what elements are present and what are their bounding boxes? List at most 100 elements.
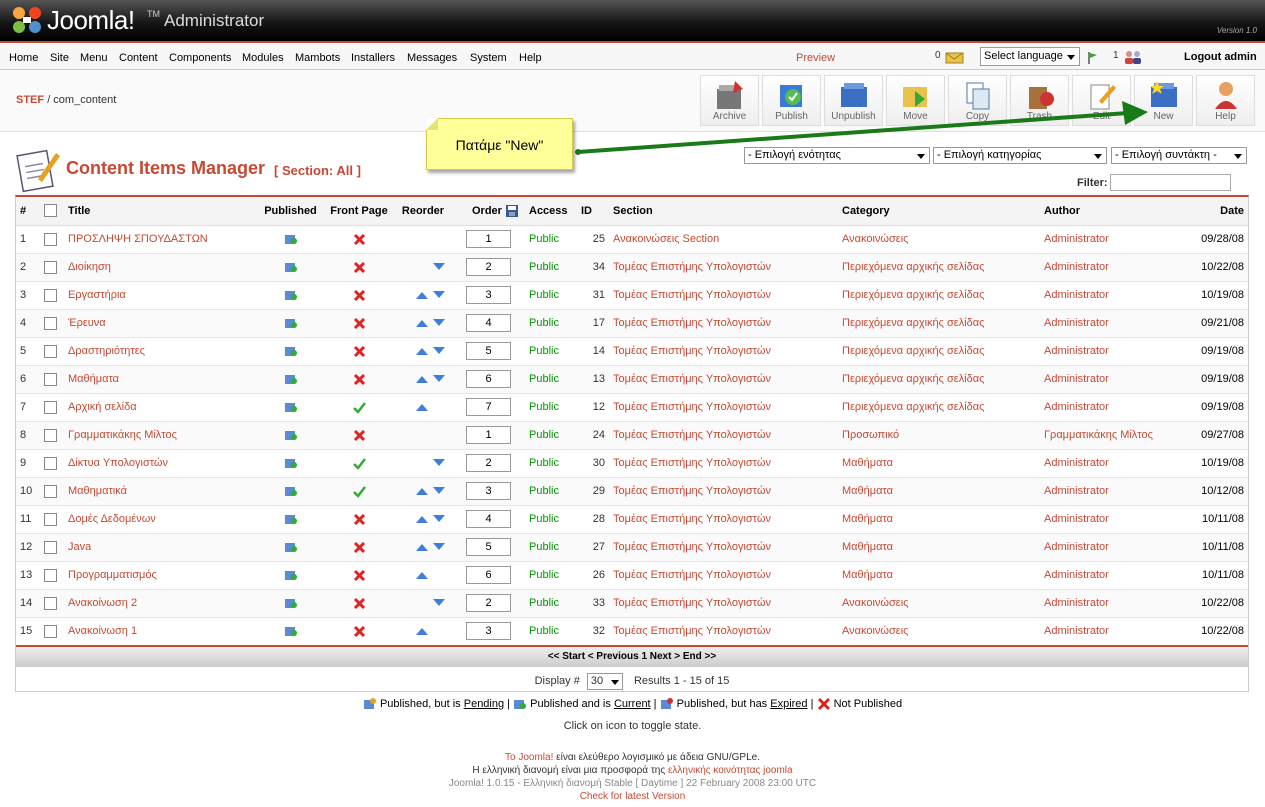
move-down-icon[interactable] bbox=[432, 318, 446, 328]
not-on-front-page-icon[interactable] bbox=[353, 625, 366, 638]
row-checkbox[interactable] bbox=[44, 344, 57, 358]
row-order-input[interactable]: 2 bbox=[466, 258, 511, 276]
row-section-link[interactable]: Τομέας Επιστήμης Υπολογιστών bbox=[609, 589, 838, 618]
breadcrumb-site[interactable]: STEF bbox=[16, 94, 44, 106]
menu-modules[interactable]: Modules bbox=[242, 52, 284, 64]
on-front-page-icon[interactable] bbox=[352, 457, 366, 470]
row-checkbox[interactable] bbox=[44, 288, 57, 302]
row-front-page[interactable] bbox=[324, 393, 394, 422]
archive-button[interactable]: Archive bbox=[700, 75, 759, 126]
inbox-icon[interactable] bbox=[945, 50, 965, 64]
row-author-link[interactable]: Administrator bbox=[1040, 561, 1190, 590]
trash-button[interactable]: Trash bbox=[1010, 75, 1069, 126]
author-filter-select[interactable]: - Επιλογή συντάκτη - bbox=[1111, 147, 1247, 164]
row-section-link[interactable]: Τομέας Επιστήμης Υπολογιστών bbox=[609, 309, 838, 338]
row-category-link[interactable]: Μαθήματα bbox=[838, 505, 1040, 534]
move-down-icon[interactable] bbox=[432, 262, 446, 272]
row-checkbox-cell[interactable] bbox=[40, 253, 64, 282]
row-checkbox-cell[interactable] bbox=[40, 421, 64, 450]
row-checkbox-cell[interactable] bbox=[40, 365, 64, 394]
row-access[interactable]: Public bbox=[525, 561, 577, 590]
row-checkbox[interactable] bbox=[44, 624, 57, 638]
row-checkbox-cell[interactable] bbox=[40, 617, 64, 646]
row-order-input[interactable]: 7 bbox=[466, 398, 511, 416]
move-up-icon[interactable] bbox=[415, 542, 429, 552]
row-checkbox-cell[interactable] bbox=[40, 225, 64, 254]
row-access[interactable]: Public bbox=[525, 365, 577, 394]
row-published[interactable] bbox=[257, 533, 324, 562]
row-order-input[interactable]: 1 bbox=[466, 426, 511, 444]
move-up-icon[interactable] bbox=[415, 514, 429, 524]
row-checkbox-cell[interactable] bbox=[40, 589, 64, 618]
row-checkbox[interactable] bbox=[44, 540, 57, 554]
not-on-front-page-icon[interactable] bbox=[353, 597, 366, 610]
row-published[interactable] bbox=[257, 365, 324, 394]
row-published[interactable] bbox=[257, 337, 324, 366]
edit-button[interactable]: Edit bbox=[1072, 75, 1131, 126]
row-title-link[interactable]: Ανακοίνωση 2 bbox=[64, 589, 257, 618]
not-on-front-page-icon[interactable] bbox=[353, 513, 366, 526]
row-title-link[interactable]: Java bbox=[64, 533, 257, 562]
published-icon[interactable] bbox=[284, 624, 298, 638]
row-author-link[interactable]: Administrator bbox=[1040, 309, 1190, 338]
row-order-input[interactable]: 4 bbox=[466, 314, 511, 332]
move-up-icon[interactable] bbox=[415, 374, 429, 384]
row-title-link[interactable]: Ανακοίνωση 1 bbox=[64, 617, 257, 646]
move-down-icon[interactable] bbox=[432, 346, 446, 356]
row-access[interactable]: Public bbox=[525, 393, 577, 422]
published-icon[interactable] bbox=[284, 316, 298, 330]
preview-link[interactable]: Preview bbox=[796, 52, 835, 64]
menu-mambots[interactable]: Mambots bbox=[295, 52, 340, 64]
not-on-front-page-icon[interactable] bbox=[353, 373, 366, 386]
row-section-link[interactable]: Τομέας Επιστήμης Υπολογιστών bbox=[609, 477, 838, 506]
row-section-link[interactable]: Τομέας Επιστήμης Υπολογιστών bbox=[609, 421, 838, 450]
display-count-select[interactable]: 30 bbox=[586, 672, 623, 690]
col-select-all[interactable] bbox=[40, 197, 64, 226]
row-access[interactable]: Public bbox=[525, 589, 577, 618]
published-icon[interactable] bbox=[284, 568, 298, 582]
published-icon[interactable] bbox=[284, 288, 298, 302]
row-front-page[interactable] bbox=[324, 477, 394, 506]
published-icon[interactable] bbox=[284, 372, 298, 386]
new-button[interactable]: New bbox=[1134, 75, 1193, 126]
move-down-icon[interactable] bbox=[432, 514, 446, 524]
row-category-link[interactable]: Περιεχόμενα αρχικής σελίδας bbox=[838, 281, 1040, 310]
move-up-icon[interactable] bbox=[415, 318, 429, 328]
move-down-icon[interactable] bbox=[432, 290, 446, 300]
row-author-link[interactable]: Administrator bbox=[1040, 477, 1190, 506]
move-down-icon[interactable] bbox=[432, 374, 446, 384]
on-front-page-icon[interactable] bbox=[352, 485, 366, 498]
not-on-front-page-icon[interactable] bbox=[353, 233, 366, 246]
row-published[interactable] bbox=[257, 617, 324, 646]
row-title-link[interactable]: Έρευνα bbox=[64, 309, 257, 338]
not-on-front-page-icon[interactable] bbox=[353, 289, 366, 302]
row-category-link[interactable]: Μαθήματα bbox=[838, 449, 1040, 478]
row-checkbox[interactable] bbox=[44, 428, 57, 442]
row-front-page[interactable] bbox=[324, 253, 394, 282]
row-published[interactable] bbox=[257, 561, 324, 590]
row-checkbox-cell[interactable] bbox=[40, 309, 64, 338]
row-author-link[interactable]: Administrator bbox=[1040, 589, 1190, 618]
row-access[interactable]: Public bbox=[525, 253, 577, 282]
row-section-link[interactable]: Τομέας Επιστήμης Υπολογιστών bbox=[609, 449, 838, 478]
row-access[interactable]: Public bbox=[525, 533, 577, 562]
row-front-page[interactable] bbox=[324, 225, 394, 254]
row-author-link[interactable]: Administrator bbox=[1040, 617, 1190, 646]
row-checkbox[interactable] bbox=[44, 512, 57, 526]
row-front-page[interactable] bbox=[324, 617, 394, 646]
row-author-link[interactable]: Administrator bbox=[1040, 533, 1190, 562]
footer-check-version-link[interactable]: Check for latest Version bbox=[0, 790, 1265, 803]
row-section-link[interactable]: Τομέας Επιστήμης Υπολογιστών bbox=[609, 393, 838, 422]
row-category-link[interactable]: Περιεχόμενα αρχικής σελίδας bbox=[838, 253, 1040, 282]
row-category-link[interactable]: Ανακοινώσεις bbox=[838, 589, 1040, 618]
row-order-input[interactable]: 3 bbox=[466, 286, 511, 304]
not-on-front-page-icon[interactable] bbox=[353, 345, 366, 358]
row-title-link[interactable]: Δομές Δεδομένων bbox=[64, 505, 257, 534]
move-up-icon[interactable] bbox=[415, 626, 429, 636]
row-category-link[interactable]: Περιεχόμενα αρχικής σελίδας bbox=[838, 309, 1040, 338]
row-checkbox[interactable] bbox=[44, 596, 57, 610]
row-order-input[interactable]: 3 bbox=[466, 482, 511, 500]
row-checkbox[interactable] bbox=[44, 372, 57, 386]
move-down-icon[interactable] bbox=[432, 458, 446, 468]
row-author-link[interactable]: Administrator bbox=[1040, 337, 1190, 366]
